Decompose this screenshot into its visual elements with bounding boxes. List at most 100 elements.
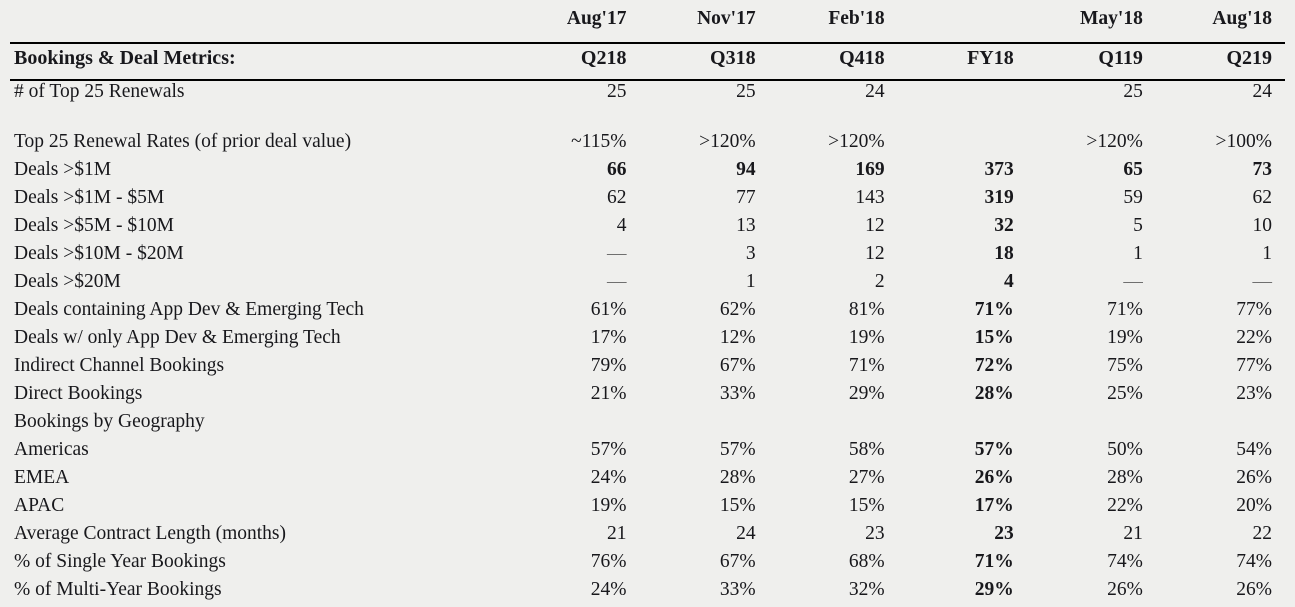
cell-value: 24 [736,523,756,544]
date-header-blank [10,0,510,43]
table-row: APAC 19% 15% 15% 17% 22% 20% [10,495,1285,523]
row-label: Top 25 Renewal Rates (of prior deal valu… [14,131,352,152]
table-row: Deals >$10M - $20M — 3 12 18 1 1 [10,243,1285,271]
date-header-3: Feb'18 [828,8,885,29]
cell-value [1027,109,1156,131]
cell-value: 67% [719,551,756,572]
cell-value: 33% [719,383,756,404]
cell-value: 77% [1236,299,1272,320]
cell-value: 73 [1252,159,1273,180]
cell-value: 25 [736,81,756,102]
cell-value [898,109,1027,131]
cell-value: 143 [855,187,885,208]
cell-value: 62 [1252,187,1273,208]
cell-value: 24% [590,467,627,488]
cell-value: 27% [848,467,885,488]
bookings-deal-metrics-table: Aug'17 Nov'17 Feb'18 May'18 Aug'18 Bookings … [10,0,1285,607]
table-row: Deals >$1M 66 94 169 373 65 73 [10,159,1285,187]
section-header-row: Bookings & Deal Metrics: Q218 Q318 Q418 FY1… [10,43,1285,80]
table-row: Deals >$20M — 1 2 4 — — [10,271,1285,299]
cell-value: 61% [590,299,627,320]
table-row: Indirect Channel Bookings 79% 67% 71% 72% 75%… [10,355,1285,383]
row-label: APAC [14,495,65,516]
cell-value: 15% [848,495,885,516]
cell-value [510,109,639,131]
cell-value [898,131,1027,159]
cell-value: 1 [1262,243,1272,264]
cell-value: 25 [606,81,627,102]
row-label: % of Single Year Bookings [14,551,226,572]
cell-value: 75% [1107,355,1143,376]
table-row: Americas 57% 57% 58% 57% 50% 54% [10,439,1285,467]
date-header-6: Aug'18 [1212,8,1272,29]
cell-value: 1 [745,271,756,292]
cell-empty-dash: — [606,243,627,264]
cell-value: 81% [848,299,885,320]
cell-empty-dash: — [1252,271,1273,292]
row-label: Deals >$5M - $10M [14,215,174,236]
cell-value: 67% [719,355,756,376]
cell-value: 62% [719,299,756,320]
cell-value: 28% [719,467,756,488]
cell-value: 17% [590,327,627,348]
cell-value [510,411,639,439]
date-header-2: Nov'17 [697,8,756,29]
cell-value: 74% [1107,551,1143,572]
cell-value: 12% [719,327,756,348]
cell-value [1027,411,1156,439]
cell-value: 76% [590,551,627,572]
cell-value: 319 [984,187,1014,208]
cell-value: 54% [1236,439,1272,460]
cell-value: 4 [616,215,627,236]
cell-value: 68% [848,551,885,572]
cell-value: 17% [974,495,1014,516]
cell-value: 12 [865,243,885,264]
row-label: Deals >$20M [14,271,121,292]
cell-value: 22% [1236,327,1272,348]
cell-value [898,411,1027,439]
cell-value: 10 [1252,215,1273,236]
cell-value: >120% [828,131,885,152]
table-header: Aug'17 Nov'17 Feb'18 May'18 Aug'18 Bookings … [10,0,1285,80]
cell-value: 169 [855,159,885,180]
cell-value: >120% [699,131,756,152]
cell-value: 26% [1236,467,1272,488]
cell-value: 22 [1252,523,1273,544]
table-row: EMEA 24% 28% 27% 26% 28% 26% [10,467,1285,495]
period-header-5: Q119 [1098,47,1143,69]
cell-value: 13 [736,215,756,236]
row-label: EMEA [14,467,70,488]
row-label: Deals >$1M - $5M [14,187,165,208]
cell-value: 5 [1133,215,1143,236]
table-row: Deals containing App Dev & Emerging Tech… [10,299,1285,327]
row-label: Average Contract Length (months) [14,523,287,544]
cell-empty-dash: — [606,271,627,292]
cell-value: 20% [1236,495,1272,516]
cell-value [639,109,768,131]
cell-value: 74% [1236,551,1272,572]
cell-value [898,80,1027,109]
table-row: Bookings by Geography [10,411,1285,439]
cell-value [769,109,898,131]
cell-value: 1 [1133,243,1143,264]
cell-value: 71% [1107,299,1143,320]
row-label: Deals >$1M [14,159,112,180]
table-row: Deals w/ only App Dev & Emerging Tech 17%… [10,327,1285,355]
cell-value [639,411,768,439]
table-row: Deals >$1M - $5M 62 77 143 319 59 62 [10,187,1285,215]
date-header-5: May'18 [1080,8,1143,29]
row-label: Direct Bookings [14,383,143,404]
table-row: Average Contract Length (months) 21 24 23 23… [10,523,1285,551]
section-title: Bookings & Deal Metrics: [14,47,236,69]
row-label: Deals >$10M - $20M [14,243,184,264]
row-label: Americas [14,439,89,460]
row-label: Deals containing App Dev & Emerging Tech [14,299,364,320]
cell-value: 19% [590,495,627,516]
spacer-row [10,109,1285,131]
cell-value: 77 [736,187,756,208]
cell-value [769,411,898,439]
metrics-sheet: Aug'17 Nov'17 Feb'18 May'18 Aug'18 Bookings … [0,0,1295,603]
period-header-6: Q219 [1226,47,1272,69]
cell-value: 62 [606,187,627,208]
cell-value: 18 [994,243,1014,264]
